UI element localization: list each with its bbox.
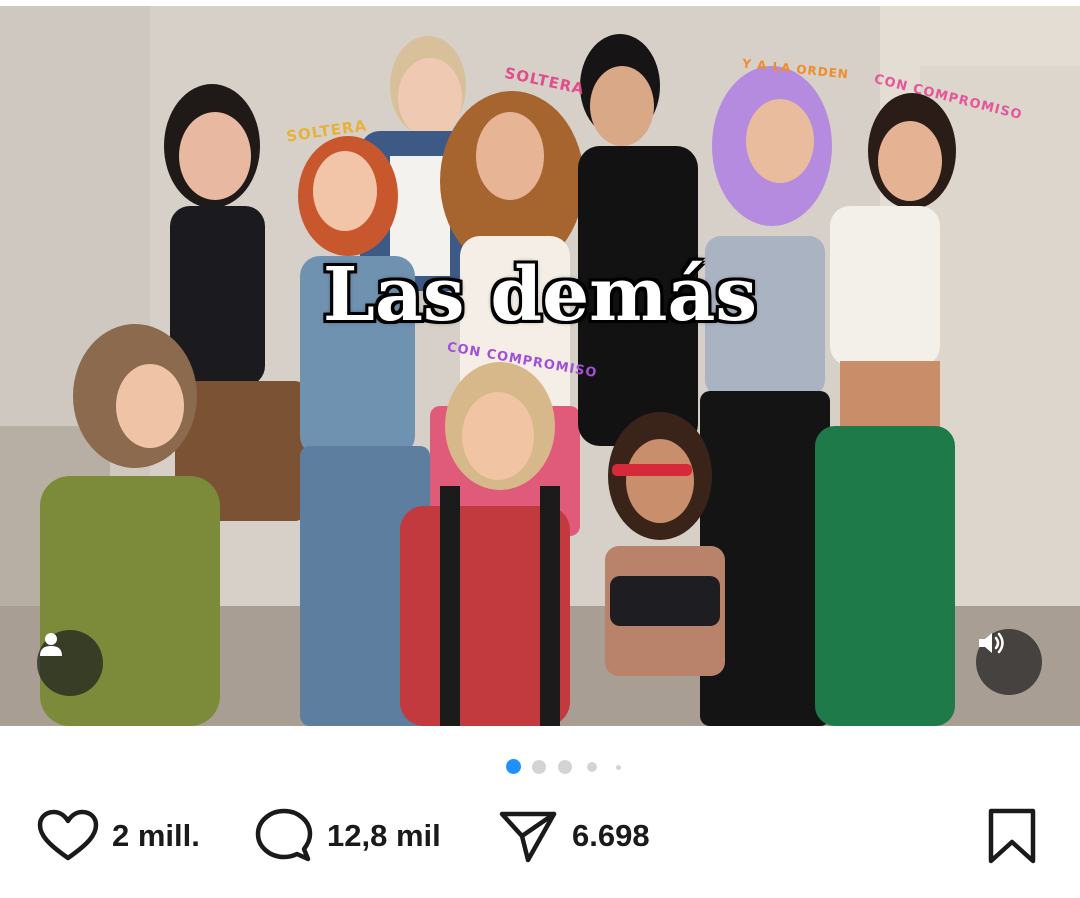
heart-icon <box>37 809 99 861</box>
overlay-caption: Las demás <box>322 252 758 338</box>
comment-button[interactable]: 12,8 mil <box>255 800 441 872</box>
send-icon <box>499 811 557 863</box>
save-button[interactable] <box>986 800 1038 872</box>
post-image[interactable]: SOLTERA SOLTERA Y A LA ORDEN CON COMPROM… <box>0 6 1080 726</box>
bookmark-icon <box>988 808 1036 864</box>
carousel-dot-active <box>506 759 521 774</box>
shares-count: 6.698 <box>572 818 650 853</box>
carousel-dot <box>587 762 597 772</box>
carousel-indicator <box>0 759 1080 775</box>
likes-count: 2 mill. <box>112 818 200 853</box>
comments-count: 12,8 mil <box>327 818 441 853</box>
comment-icon <box>255 808 313 862</box>
sound-toggle-button[interactable] <box>976 629 1042 695</box>
person-icon <box>40 633 62 656</box>
carousel-dot <box>532 760 546 774</box>
carousel-dot <box>616 765 621 770</box>
like-button[interactable]: 2 mill. <box>36 800 200 872</box>
user-tags-button[interactable] <box>37 630 103 696</box>
post-actions-bar: 2 mill. 12,8 mil 6.698 <box>0 800 1080 872</box>
speaker-icon <box>979 632 1004 654</box>
share-button[interactable]: 6.698 <box>498 800 650 872</box>
carousel-dot <box>558 760 572 774</box>
